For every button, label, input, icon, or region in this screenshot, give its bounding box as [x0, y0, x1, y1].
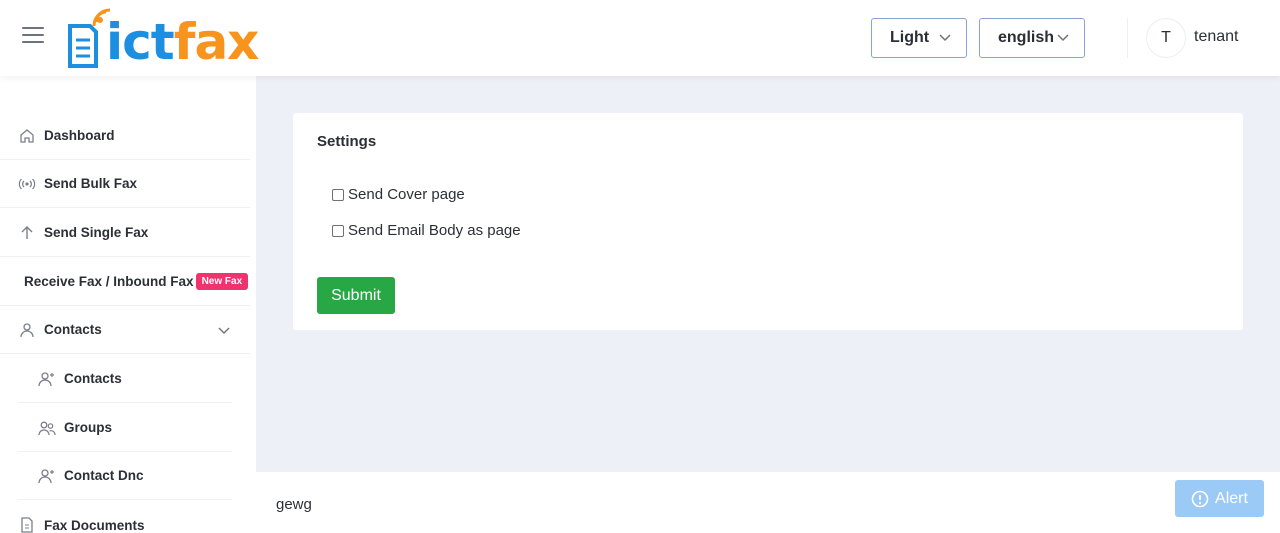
user-plus-icon: [38, 467, 56, 485]
footer-text: gewg: [276, 496, 312, 513]
sidebar-item-label: Send Bulk Fax: [44, 176, 138, 191]
sidebar-item-fax-documents[interactable]: Fax Documents: [0, 501, 250, 533]
language-select[interactable]: english: [979, 18, 1085, 58]
sidebar-item-label: Contact Dnc: [64, 468, 144, 483]
hamburger-menu-icon[interactable]: [22, 27, 46, 47]
sidebar-item-send-bulk-fax[interactable]: Send Bulk Fax: [0, 160, 250, 208]
home-icon: [18, 127, 36, 145]
document-icon: [18, 516, 36, 533]
alert-circle-icon: [1191, 490, 1209, 508]
sidebar-item-label: Groups: [64, 420, 113, 435]
sidebar: Dashboard Send Bulk Fax Send Single Fax …: [0, 76, 256, 533]
new-fax-badge: New Fax: [195, 273, 249, 290]
language-select-value: english: [998, 29, 1055, 46]
send-cover-page-checkbox[interactable]: [332, 188, 344, 201]
sidebar-item-label: Contacts: [64, 371, 122, 386]
logo-wordmark: ictfax: [106, 12, 260, 72]
chevron-down-icon: [938, 31, 952, 45]
broadcast-icon: [18, 175, 36, 193]
alert-label: Alert: [1215, 489, 1248, 507]
sidebar-item-dashboard[interactable]: Dashboard: [0, 112, 250, 160]
sidebar-item-label: Dashboard: [44, 128, 115, 143]
sidebar-subitem-contacts[interactable]: Contacts: [18, 355, 232, 403]
logo-ict: ict: [106, 13, 175, 71]
chevron-down-icon: [1056, 31, 1070, 45]
sidebar-item-label: Contacts: [44, 322, 102, 337]
send-email-body-label: Send Email Body as page: [348, 222, 521, 239]
settings-card: Settings Send Cover page Send Email Body…: [293, 113, 1243, 330]
logo-fax: fax: [173, 13, 260, 71]
settings-title: Settings: [317, 133, 377, 150]
user-icon: [18, 321, 36, 339]
submit-button[interactable]: Submit: [317, 277, 395, 314]
ictfax-logo[interactable]: ictfax: [66, 6, 281, 72]
send-email-body-checkbox[interactable]: [332, 224, 344, 237]
sidebar-item-contacts-group[interactable]: Contacts: [0, 306, 250, 354]
sidebar-item-label: Fax Documents: [44, 517, 145, 533]
chevron-down-icon[interactable]: [218, 323, 232, 337]
page-footer: gewg Alert: [256, 472, 1280, 533]
sidebar-subitem-groups[interactable]: Groups: [18, 404, 232, 452]
send-cover-page-label: Send Cover page: [348, 186, 465, 203]
send-email-body-option[interactable]: Send Email Body as page: [332, 222, 521, 239]
send-cover-page-option[interactable]: Send Cover page: [332, 186, 465, 203]
arrow-up-icon: [18, 224, 36, 242]
alert-button[interactable]: Alert: [1175, 480, 1264, 517]
user-name[interactable]: tenant: [1194, 28, 1238, 46]
sidebar-subitem-contact-dnc[interactable]: Contact Dnc: [18, 452, 232, 500]
top-header: ictfax Light english T tenant: [0, 0, 1280, 76]
users-icon: [38, 419, 56, 437]
user-plus-icon: [38, 370, 56, 388]
sidebar-item-label: Receive Fax / Inbound Fax: [24, 274, 194, 289]
theme-select-value: Light: [890, 29, 930, 46]
sidebar-item-receive-fax[interactable]: Receive Fax / Inbound Fax New Fax: [0, 258, 250, 306]
sidebar-item-label: Send Single Fax: [44, 225, 149, 240]
header-divider: [1127, 18, 1128, 58]
theme-select[interactable]: Light: [871, 18, 967, 58]
user-avatar[interactable]: T: [1146, 18, 1186, 58]
sidebar-item-send-single-fax[interactable]: Send Single Fax: [0, 209, 250, 257]
